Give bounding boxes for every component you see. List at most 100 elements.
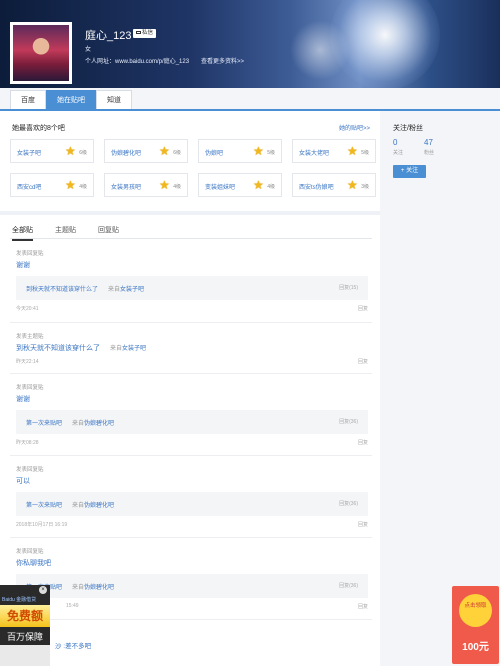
post-title[interactable]: 谢谢 bbox=[16, 394, 368, 404]
follow-button[interactable]: + 关注 bbox=[393, 165, 426, 178]
bar-name: 伪娘吧 bbox=[205, 151, 224, 157]
bar-level: 4级 bbox=[79, 184, 87, 190]
bar-level: 4级 bbox=[267, 184, 275, 190]
quoted-title[interactable]: 第一次来贴吧 bbox=[26, 500, 62, 509]
star-icon: ★ bbox=[253, 144, 264, 158]
post-time: 2018年10月17日 16:19 bbox=[16, 522, 68, 528]
quoted-title[interactable]: 到秋天就不知道该穿什么了 bbox=[26, 284, 98, 293]
reply-button[interactable]: 回复 bbox=[358, 358, 368, 365]
username: 庭心_123 bbox=[85, 30, 132, 42]
quoted-bar[interactable]: 伪娘碧化吧 bbox=[84, 421, 114, 427]
quoted-thread[interactable]: 第一次来贴吧 来自伪娘碧化吧 回复(36) bbox=[16, 410, 368, 434]
quoted-title[interactable]: 第一次来贴吧 bbox=[26, 418, 62, 427]
fav-bars-title: 她最喜欢的8个吧 bbox=[12, 125, 65, 132]
post-footer: 今天20:41 回复 bbox=[16, 305, 368, 315]
section-divider bbox=[0, 211, 380, 215]
quoted-bar[interactable]: 伪娘碧化吧 bbox=[84, 503, 114, 509]
site-url[interactable]: 个人网址：www.baidu.com/p/庭心_123 bbox=[85, 59, 189, 65]
post-title[interactable]: 你私聊我吧 bbox=[16, 558, 368, 568]
quoted-from: 来自伪娘碧化吧 bbox=[72, 418, 114, 427]
avatar[interactable] bbox=[10, 22, 72, 84]
post-type: 发表主题贴 bbox=[16, 334, 44, 340]
bar-name: 女装子吧 bbox=[17, 151, 42, 157]
post-item: 发表回复贴 谢谢 到秋天就不知道该穿什么了 来自女装子吧 回复(15) 今天20… bbox=[16, 249, 368, 315]
bar-level: 3级 bbox=[361, 184, 369, 190]
reply-button[interactable]: 回复 bbox=[358, 521, 368, 528]
fav-bar-item[interactable]: 西安cd吧 ★ 4级 bbox=[10, 173, 94, 197]
quoted-reply-count[interactable]: 回复(36) bbox=[339, 582, 358, 589]
post-title[interactable]: 可以 bbox=[16, 476, 368, 486]
bar-name: 西安cd吧 bbox=[17, 185, 42, 191]
from-prefix: 来自 bbox=[72, 585, 85, 591]
quoted-thread[interactable]: 第一次来贴吧 来自伪娘碧化吧 回复(36) bbox=[16, 574, 368, 598]
quoted-bar[interactable]: 女装子吧 bbox=[120, 287, 144, 293]
her-bars-link[interactable]: 她的贴吧>> bbox=[339, 123, 370, 132]
bar-level: 6级 bbox=[173, 150, 181, 156]
quoted-from: 来自伪娘碧化吧 bbox=[72, 500, 114, 509]
fans-count[interactable]: 47 bbox=[424, 138, 433, 147]
quoted-from: 来自女装子吧 bbox=[108, 284, 144, 293]
more-info-link[interactable]: 查看更多资料>> bbox=[201, 59, 244, 65]
tab-tieba[interactable]: 她在贴吧 bbox=[46, 90, 96, 110]
post-title[interactable]: 谢谢 bbox=[16, 260, 368, 270]
fav-bar-item[interactable]: 伪娘碧化吧 ★ 6级 bbox=[104, 139, 188, 163]
from-prefix: 来自 bbox=[72, 421, 85, 427]
bar-level: 6级 bbox=[79, 150, 87, 156]
follow-title: 关注/粉丝 bbox=[393, 125, 423, 132]
fav-bar-item[interactable]: 变装姐妹吧 ★ 4级 bbox=[198, 173, 282, 197]
main-panel: 她最喜欢的8个吧 她的贴吧>> 女装子吧 ★ 6级 伪娘碧化吧 ★ 6级 伪娘吧 ★ 5级 … bbox=[0, 111, 380, 666]
post-title-text[interactable]: 到秋天就不知道该穿什么了 bbox=[16, 345, 100, 352]
fav-bar-item[interactable]: 女装大佬吧 ★ 5级 bbox=[292, 139, 376, 163]
post-time: 昨天22:14 bbox=[16, 359, 39, 365]
fav-bar-item[interactable]: 伪娘吧 ★ 5级 bbox=[198, 139, 282, 163]
fans-label: 粉丝 bbox=[424, 150, 435, 156]
close-icon[interactable]: × bbox=[39, 586, 47, 594]
ad-footer bbox=[0, 645, 50, 666]
avatar-image bbox=[13, 25, 69, 81]
ad-brand: Baidu 金融借贷 bbox=[2, 597, 37, 603]
quoted-reply-count[interactable]: 回复(36) bbox=[339, 418, 358, 425]
post-title[interactable]: 到秋天就不知道该穿什么了 来自女装子吧 bbox=[16, 343, 368, 353]
quoted-thread[interactable]: 第一次来贴吧 来自伪娘碧化吧 回复(36) bbox=[16, 492, 368, 516]
fav-bar-item[interactable]: 西安ts伪娘吧 ★ 3级 bbox=[292, 173, 376, 197]
quoted-reply-count[interactable]: 回复(36) bbox=[339, 500, 358, 507]
reply-button[interactable]: 回复 bbox=[358, 439, 368, 446]
star-icon: ★ bbox=[347, 144, 358, 158]
from-prefix: 来自 bbox=[72, 503, 85, 509]
partial-post-title[interactable]: 沙 :差不多吧 bbox=[55, 640, 91, 650]
profile-tabs: 百度 她在贴吧 知道 bbox=[10, 90, 132, 110]
following-count[interactable]: 0 bbox=[393, 138, 397, 147]
loan-ad[interactable]: × Baidu 金融借贷 免费额 百万保障 bbox=[0, 585, 50, 666]
reply-button[interactable]: 回复 bbox=[358, 305, 368, 312]
bar-level: 4级 bbox=[173, 184, 181, 190]
quoted-bar[interactable]: 伪娘碧化吧 bbox=[84, 585, 114, 591]
tab-baidu[interactable]: 百度 bbox=[10, 90, 46, 110]
bar-name: 女装大佬吧 bbox=[299, 151, 330, 157]
post-time: 15:49 bbox=[66, 603, 79, 609]
post-type: 发表回复贴 bbox=[16, 251, 44, 257]
tab-zhidao[interactable]: 知道 bbox=[96, 90, 132, 110]
post-tabs-rule bbox=[10, 238, 372, 239]
post-time: 今天20:41 bbox=[16, 306, 39, 312]
quoted-reply-count[interactable]: 回复(15) bbox=[339, 284, 358, 291]
personal-site: 个人网址：www.baidu.com/p/庭心_123 查看更多资料>> bbox=[85, 56, 244, 65]
star-icon: ★ bbox=[159, 144, 170, 158]
bar-name: 西安ts伪娘吧 bbox=[299, 185, 334, 191]
ad-headline: 免费额 bbox=[0, 605, 50, 627]
post-footer: 昨天08:28 回复 bbox=[16, 439, 368, 449]
red-packet-ad[interactable]: 点击领取 100元 bbox=[452, 586, 499, 664]
ad-amount: 100元 bbox=[462, 642, 489, 653]
star-icon: ★ bbox=[65, 178, 76, 192]
fav-bar-item[interactable]: 女装男孩吧 ★ 4级 bbox=[104, 173, 188, 197]
private-message-button[interactable]: 私信 bbox=[133, 29, 157, 38]
claim-circle[interactable]: 点击领取 bbox=[459, 594, 492, 627]
private-message-label: 私信 bbox=[142, 30, 154, 36]
post-item: 发表回复贴 谢谢 第一次来贴吧 来自伪娘碧化吧 回复(36) 昨天08:28 回… bbox=[16, 383, 368, 449]
post-item: 发表回复贴 可以 第一次来贴吧 来自伪娘碧化吧 回复(36) 2018年10月1… bbox=[16, 465, 368, 531]
post-bar[interactable]: 女装子吧 bbox=[122, 346, 146, 352]
reply-button[interactable]: 回复 bbox=[358, 603, 368, 610]
post-footer: 15:49 回复 bbox=[16, 603, 368, 613]
post-item: 发表回复贴 你私聊我吧 第一次来贴吧 来自伪娘碧化吧 回复(36) 15:49 … bbox=[16, 547, 368, 613]
quoted-thread[interactable]: 到秋天就不知道该穿什么了 来自女装子吧 回复(15) bbox=[16, 276, 368, 300]
fav-bar-item[interactable]: 女装子吧 ★ 6级 bbox=[10, 139, 94, 163]
